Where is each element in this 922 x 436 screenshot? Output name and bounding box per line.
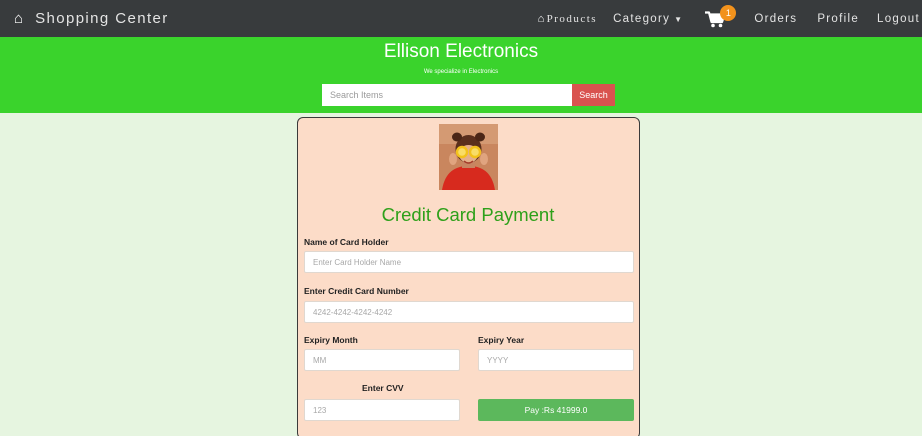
nav-products[interactable]: ⌂ Products [538,13,597,25]
search-input[interactable] [322,84,572,106]
payment-title: Credit Card Payment [381,204,555,225]
nav-orders[interactable]: Orders [754,13,797,25]
card-holder-input[interactable] [304,251,634,273]
card-number-input[interactable] [304,301,634,323]
expiry-month-label: Expiry Month [304,335,358,345]
nav-products-label: Products [546,12,598,25]
pay-button[interactable]: Pay :Rs 41999.0 [478,399,634,421]
payment-card: Credit Card Payment Name of Card Holder … [297,117,640,436]
caret-down-icon: ▼ [674,14,684,24]
brand-name: Shopping Center [35,10,169,27]
nav-category-dropdown[interactable]: Category ▼ [613,13,683,25]
store-header: Ellison Electronics We specialize in Ele… [0,37,922,113]
expiry-year-label: Expiry Year [478,335,525,345]
cart-button[interactable]: 1 [705,4,737,31]
expiry-year-input[interactable] [478,349,634,371]
nav-category-label: Category [613,12,671,25]
search-button[interactable]: Search [572,84,615,106]
store-title: Ellison Electronics [383,41,539,62]
top-navbar: ⌂ Shopping Center ⌂ Products Category ▼ 1 [0,0,922,37]
nav-logout[interactable]: Logout [877,13,920,25]
nav-profile[interactable]: Profile [817,13,859,25]
brand-link[interactable]: ⌂ Shopping Center [14,10,169,27]
card-holder-label: Name of Card Holder [304,237,389,247]
store-tagline: We specialize in Electronics [423,69,499,75]
cart-count-badge: 1 [720,4,737,21]
expiry-month-input[interactable] [304,349,460,371]
card-number-label: Enter Credit Card Number [304,286,409,296]
cvv-label: Enter CVV [362,383,404,393]
home-icon: ⌂ [537,12,546,25]
page: ⌂ Shopping Center ⌂ Products Category ▼ 1 [0,0,922,436]
product-photo [439,124,498,190]
cvv-input[interactable] [304,399,460,421]
nav-menu: ⌂ Products Category ▼ 1 Orders Profile Lo… [538,0,922,37]
home-icon: ⌂ [14,10,24,27]
